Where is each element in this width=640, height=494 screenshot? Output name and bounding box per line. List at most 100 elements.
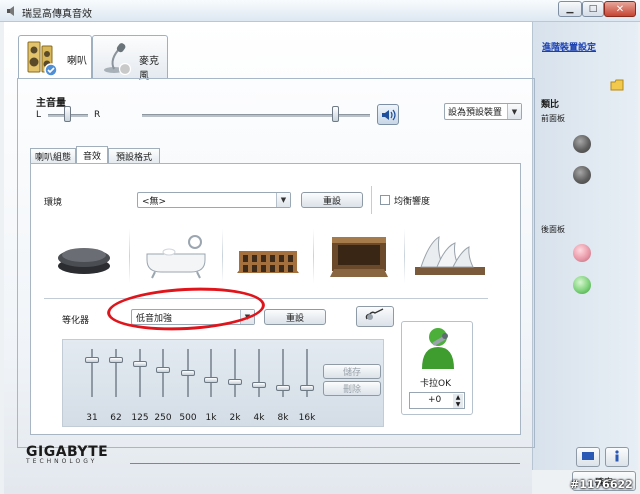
display-icon [581,451,595,464]
eq-slider-thumb[interactable] [109,357,123,363]
close-icon: ✕ [615,3,625,15]
analog-title: 類比 [541,100,560,110]
eq-slider-2k[interactable] [225,349,245,399]
info-icon [612,449,622,465]
maximize-icon: □ [588,4,598,14]
eq-slider-250[interactable] [153,349,173,399]
environment-label: 環境 [44,198,63,208]
eq-slider-track [210,349,212,397]
eq-slider-thumb[interactable] [181,370,195,376]
karaoke-label: 卡拉OK [420,379,451,389]
eq-slider-31[interactable] [82,349,102,399]
eq-slider-500[interactable] [178,349,198,399]
tab-microphone[interactable]: 麥克風 [92,35,168,82]
balance-left-label: L [36,110,42,120]
gigabyte-logo: GIGABYTE TECHNOLOGY [26,444,108,465]
eq-slider-16k[interactable] [297,349,317,399]
guitar-button[interactable] [356,306,394,327]
eq-slider-track [258,349,260,397]
eq-delete-button[interactable]: 刪除 [323,381,381,396]
minimize-button[interactable]: ▁ [558,1,582,17]
eq-slider-125[interactable] [130,349,150,399]
master-volume-thumb[interactable] [332,106,339,122]
karaoke-singer-icon[interactable] [418,325,458,369]
eq-slider-thumb[interactable] [252,382,266,388]
karaoke-value-stepper[interactable]: +0 ▲ ▼ [409,392,465,409]
divider [371,186,372,214]
chevron-down-icon[interactable]: ▼ [453,401,463,408]
tab-speaker-config[interactable]: 喇叭組態 [30,148,76,164]
eq-save-button[interactable]: 儲存 [323,364,381,379]
eq-slider-track [139,349,141,397]
tab-speakers-label: 喇叭 [67,56,87,67]
window-title: 瑞昱高傳真音效 [22,9,92,20]
speaker-icon [381,108,396,125]
env-preset-stone[interactable] [40,227,128,287]
chevron-down-icon: ▼ [507,104,521,119]
env-preset-bathroom[interactable] [130,227,222,287]
rear-jack-pink[interactable] [573,244,591,262]
env-preset-opera-house[interactable] [405,227,495,287]
eq-slider-4k[interactable] [249,349,269,399]
eq-slider-8k[interactable] [273,349,293,399]
close-button[interactable]: ✕ [604,1,636,17]
equalizer-reset-button[interactable]: 重設 [264,309,326,325]
rear-jack-green[interactable] [573,276,591,294]
eq-slider-1k[interactable] [201,349,221,399]
eq-band-label: 16k [298,413,316,423]
opera-house-icon [413,233,487,282]
front-panel-label: 前面板 [541,114,565,123]
environment-selected: <無> [142,196,167,207]
balance-thumb[interactable] [64,106,71,122]
set-default-device-label: 設為預設裝置 [448,108,503,118]
set-default-device-dropdown[interactable]: 設為預設裝置 ▼ [444,103,522,120]
karaoke-value: +0 [428,395,442,405]
environment-reset-button[interactable]: 重設 [301,192,363,208]
eq-slider-62[interactable] [106,349,126,399]
divider [130,463,520,464]
stone-icon [52,236,116,279]
front-jack-1[interactable] [573,135,591,153]
eq-slider-thumb[interactable] [300,385,314,391]
chevron-up-icon[interactable]: ▲ [453,394,463,401]
bathtub-icon [141,232,211,283]
eq-slider-thumb[interactable] [204,377,218,383]
eq-slider-thumb[interactable] [156,367,170,373]
tab-default-format[interactable]: 預設格式 [108,148,160,164]
logo-sub: TECHNOLOGY [26,458,98,465]
master-volume-title: 主音量 [36,98,66,109]
display-button[interactable] [576,447,600,467]
divider [44,298,488,299]
eq-slider-track [234,349,236,397]
speaker-device-icon [25,40,59,77]
theater-icon [328,233,390,282]
tab-sound-effects[interactable]: 音效 [76,146,108,164]
maximize-button[interactable]: □ [582,1,604,17]
env-preset-colosseum[interactable] [223,227,313,287]
eq-slider-thumb[interactable] [85,357,99,363]
folder-icon[interactable] [610,78,624,92]
watermark: #1176622 [570,478,633,491]
title-bar [0,0,640,22]
tab-speakers[interactable]: 喇叭 [18,35,92,79]
speaker-app-icon [6,5,18,17]
front-jack-2[interactable] [573,166,591,184]
eq-slider-thumb[interactable] [133,361,147,367]
env-preset-theater[interactable] [314,227,404,287]
loudness-label: 均衡響度 [394,197,431,207]
eq-slider-track [162,349,164,397]
minimize-icon: ▁ [566,4,574,14]
environment-select[interactable]: <無> ▼ [137,192,291,208]
eq-slider-thumb[interactable] [228,379,242,385]
chevron-down-icon: ▼ [276,193,290,207]
loudness-checkbox[interactable] [380,195,390,205]
guitar-icon [364,308,386,325]
info-button[interactable] [605,447,629,467]
balance-right-label: R [94,110,101,120]
colosseum-icon [233,233,303,282]
eq-slider-thumb[interactable] [276,385,290,391]
microphone-device-icon [99,41,133,76]
mute-button[interactable] [377,104,399,125]
rear-panel-label: 後面板 [541,225,565,234]
advanced-settings-link[interactable]: 進階裝置設定 [542,40,596,53]
